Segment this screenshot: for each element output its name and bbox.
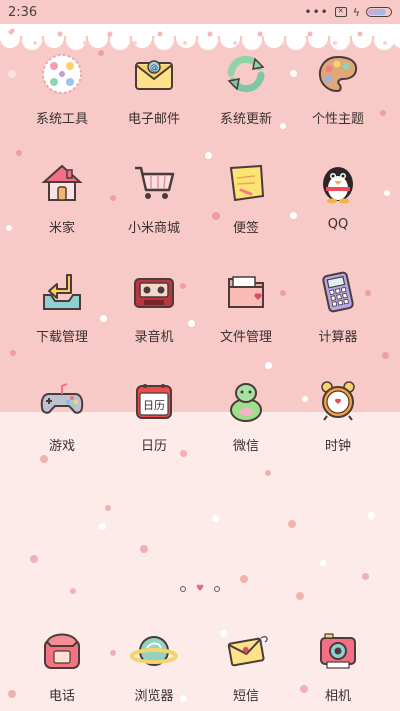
app-label: 米家: [48, 221, 75, 236]
app-system-tools[interactable]: 系统工具: [12, 46, 112, 142]
sticky-note-icon: [218, 155, 274, 211]
battery-fill: [368, 9, 387, 15]
app-label: 微信: [232, 439, 259, 454]
app-label: 文件管理: [219, 330, 272, 345]
app-clock[interactable]: 时钟: [288, 373, 388, 469]
app-mi-home[interactable]: 米家: [12, 155, 112, 251]
penguin-icon: [310, 155, 366, 211]
gamepad-icon: [34, 373, 90, 429]
house-icon: [34, 155, 90, 211]
app-label: 浏览器: [134, 689, 174, 704]
dock-messages[interactable]: 短信: [196, 623, 296, 711]
battery-icon: [366, 7, 392, 17]
shopping-cart-icon: [126, 155, 182, 211]
app-games[interactable]: 游戏: [12, 373, 112, 469]
folder-icon: [218, 264, 274, 320]
app-system-update[interactable]: 系统更新: [196, 46, 296, 142]
dock-camera[interactable]: 相机: [288, 623, 388, 711]
no-sim-icon: ✕: [334, 7, 347, 17]
browser-planet-icon: [126, 623, 182, 679]
calendar-icon: 日历: [126, 373, 182, 429]
app-label: 便签: [232, 221, 259, 236]
system-tools-icon: [34, 46, 90, 102]
home-page-heart-icon[interactable]: ♥: [196, 584, 204, 594]
app-qq[interactable]: QQ: [288, 155, 388, 251]
calculator-icon: [310, 264, 366, 320]
app-label: 系统工具: [35, 112, 88, 127]
app-label: 日历: [140, 439, 167, 454]
app-calculator[interactable]: 计算器: [288, 264, 388, 360]
status-bar: 2:36 ••• ✕ ϟ: [0, 0, 400, 24]
app-recorder[interactable]: 录音机: [104, 264, 204, 360]
app-downloads[interactable]: 下载管理: [12, 264, 112, 360]
dock-phone[interactable]: 电话: [12, 623, 112, 711]
app-file-manager[interactable]: 文件管理: [196, 264, 296, 360]
palette-icon: [310, 46, 366, 102]
app-label: 短信: [232, 689, 259, 704]
app-themes[interactable]: 个性主题: [288, 46, 388, 142]
page-indicator[interactable]: ♥: [0, 582, 400, 596]
app-mi-store[interactable]: 小米商城: [104, 155, 204, 251]
app-label: 录音机: [134, 330, 174, 345]
system-update-icon: [218, 46, 274, 102]
dock-browser[interactable]: 浏览器: [104, 623, 204, 711]
app-label: 时钟: [324, 439, 351, 454]
cassette-icon: [126, 264, 182, 320]
app-label: 小米商城: [127, 221, 180, 236]
camera-icon: [310, 623, 366, 679]
page-dot[interactable]: [214, 586, 221, 592]
app-label: 个性主题: [311, 112, 364, 127]
svg-text:@: @: [150, 63, 158, 72]
app-label: 下载管理: [35, 330, 88, 345]
status-icons: ••• ✕ ϟ: [304, 5, 392, 19]
app-notes[interactable]: 便签: [196, 155, 296, 251]
app-wechat[interactable]: 微信: [196, 373, 296, 469]
app-email[interactable]: @ 电子邮件: [104, 46, 204, 142]
app-label: 计算器: [318, 330, 358, 345]
app-label: 电话: [48, 689, 75, 704]
page-dot[interactable]: [179, 586, 186, 592]
signal-dots-icon: •••: [304, 5, 329, 19]
calendar-icon-text: 日历: [143, 399, 165, 412]
email-envelope-icon: @: [126, 46, 182, 102]
download-tray-icon: [34, 264, 90, 320]
message-envelope-icon: [218, 623, 274, 679]
status-time: 2:36: [8, 4, 38, 20]
telephone-icon: [34, 623, 90, 679]
alarm-clock-icon: [310, 373, 366, 429]
app-label: QQ: [327, 217, 349, 232]
app-label: 系统更新: [219, 112, 272, 127]
charging-icon: ϟ: [352, 5, 360, 19]
wechat-blob-icon: [218, 373, 274, 429]
app-label: 电子邮件: [127, 112, 180, 127]
app-label: 相机: [324, 689, 351, 704]
app-calendar[interactable]: 日历 日历: [104, 373, 204, 469]
app-label: 游戏: [48, 439, 75, 454]
